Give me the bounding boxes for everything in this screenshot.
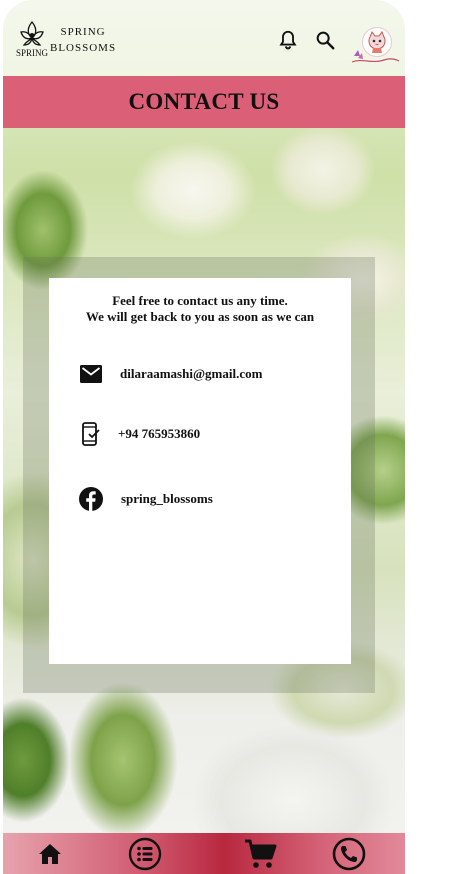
contact-intro: Feel free to contact us any time. We wil… [49,293,351,325]
page-title: CONTACT US [128,89,280,114]
brand-line-2: BLOSSOMS [50,42,117,54]
facebook-text: spring_blossoms [121,491,213,506]
intro-line-2: We will get back to you as soon as we ca… [85,309,315,324]
bell-icon[interactable] [277,29,299,51]
brand-line-1: SPRING [60,26,106,38]
home-icon[interactable] [35,833,65,874]
facebook-icon [79,487,103,511]
phone-check-icon [79,422,103,446]
phone-contact[interactable]: +94 765953860 [79,422,200,446]
intro-line-1: Feel free to contact us any time. [112,293,288,308]
list-icon[interactable] [127,833,163,874]
email-text: dilaraamashi@gmail.com [120,366,263,381]
brand-name: SPRING BLOSSOMS [50,24,116,56]
decorative-swirl-icon [350,44,400,66]
search-icon[interactable] [314,29,336,51]
facebook-contact[interactable]: spring_blossoms [79,487,213,511]
logo-text: SPRING [16,48,49,58]
phone-icon[interactable] [331,833,367,874]
mail-icon [79,362,103,386]
app-screen: SPRING SPRING BLOSSOMS CONTACT US Feel f… [3,0,405,874]
cart-icon[interactable] [243,833,279,874]
top-header: SPRING SPRING BLOSSOMS [3,0,405,76]
contact-card: Feel free to contact us any time. We wil… [49,278,351,664]
phone-text: +94 765953860 [118,426,201,441]
email-contact[interactable]: dilaraamashi@gmail.com [79,362,262,386]
spring-blossoms-logo[interactable]: SPRING [15,18,49,62]
bottom-navigation [3,833,405,874]
page-title-bar: CONTACT US [3,76,405,128]
